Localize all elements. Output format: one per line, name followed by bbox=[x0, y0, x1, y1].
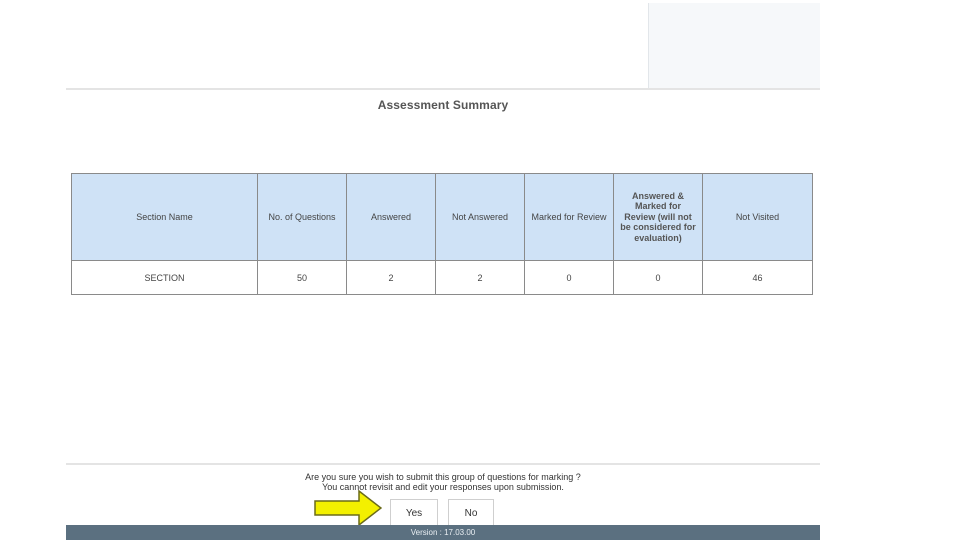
top-right-panel bbox=[648, 3, 820, 88]
cell-not-answered: 2 bbox=[435, 260, 525, 295]
header-no-of-questions: No. of Questions bbox=[257, 173, 347, 261]
cell-not-visited: 46 bbox=[702, 260, 813, 295]
footer-bar: Version : 17.03.00 bbox=[66, 525, 820, 540]
summary-table: Section Name No. of Questions Answered N… bbox=[71, 173, 813, 295]
confirm-message: Are you sure you wish to submit this gro… bbox=[66, 472, 820, 492]
header-not-answered: Not Answered bbox=[435, 173, 525, 261]
header-not-visited: Not Visited bbox=[702, 173, 813, 261]
cell-no-of-questions: 50 bbox=[257, 260, 347, 295]
table-header-row: Section Name No. of Questions Answered N… bbox=[71, 173, 813, 261]
bottom-divider bbox=[66, 463, 820, 465]
table-row: SECTION 50 2 2 0 0 46 bbox=[71, 260, 813, 295]
confirm-line-1: Are you sure you wish to submit this gro… bbox=[305, 472, 581, 482]
yes-button[interactable]: Yes bbox=[390, 499, 438, 526]
no-button[interactable]: No bbox=[448, 499, 494, 526]
page-title: Assessment Summary bbox=[377, 98, 509, 112]
cell-marked-for-review: 0 bbox=[524, 260, 614, 295]
cell-answered-and-marked: 0 bbox=[613, 260, 703, 295]
top-divider bbox=[66, 88, 820, 90]
arrow-right-icon bbox=[314, 490, 382, 526]
header-answered: Answered bbox=[346, 173, 436, 261]
confirm-line-2: You cannot revisit and edit your respons… bbox=[322, 482, 564, 492]
cell-section-name: SECTION bbox=[71, 260, 258, 295]
cell-answered: 2 bbox=[346, 260, 436, 295]
header-section-name: Section Name bbox=[71, 173, 258, 261]
header-answered-and-marked: Answered & Marked for Review (will not b… bbox=[613, 173, 703, 261]
version-label: Version : 17.03.00 bbox=[410, 528, 476, 537]
header-marked-for-review: Marked for Review bbox=[524, 173, 614, 261]
